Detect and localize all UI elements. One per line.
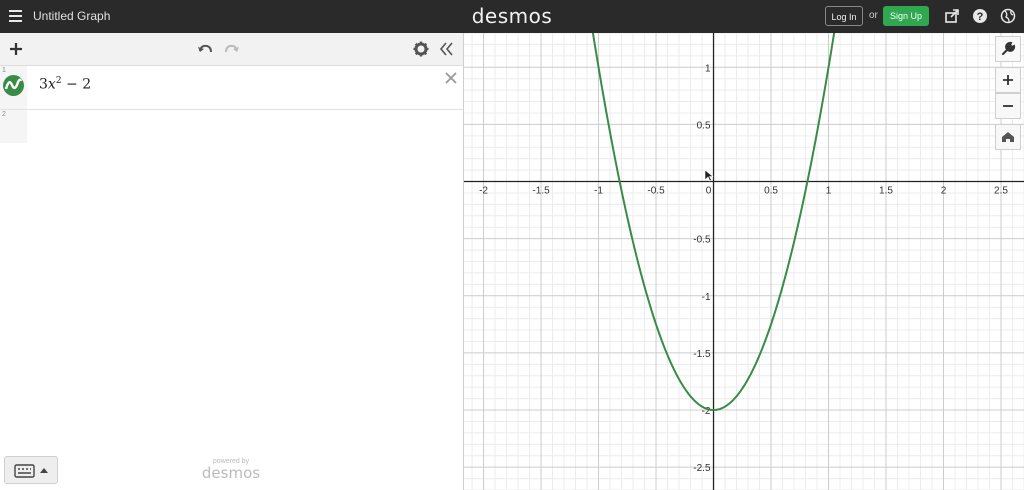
x-tick-label: -1	[594, 186, 603, 197]
latex-variable: x	[47, 76, 56, 93]
login-button[interactable]: Log In	[825, 6, 863, 26]
expression-row[interactable]: 1 3x2 − 2	[0, 66, 463, 110]
empty-expression-row[interactable]: 2	[0, 110, 463, 143]
x-tick-label: 0	[706, 186, 712, 197]
signup-button[interactable]: Sign Up	[883, 6, 929, 26]
y-tick-label: -2.5	[693, 463, 711, 474]
hamburger-icon[interactable]	[9, 10, 22, 22]
redo-icon[interactable]	[224, 41, 240, 57]
mouse-cursor-icon	[704, 169, 714, 182]
x-tick-label: 1	[826, 186, 832, 197]
x-tick-label: -2	[479, 186, 488, 197]
latex-constant: − 2	[61, 76, 92, 93]
expression-gutter: 2	[0, 110, 27, 143]
svg-text:?: ?	[977, 11, 984, 23]
top-bar: Untitled Graph desmos Log In or Sign Up …	[0, 0, 1024, 33]
undo-icon[interactable]	[197, 41, 213, 57]
powered-by-desmos[interactable]: powered by desmos	[200, 458, 262, 482]
zoom-in-button[interactable]	[995, 67, 1021, 93]
keyboard-toggle-button[interactable]	[4, 456, 58, 484]
minor-grid	[464, 33, 1024, 490]
expression-index: 1	[2, 67, 6, 74]
plus-icon	[1003, 75, 1013, 85]
expression-toolbar	[0, 33, 463, 66]
or-text: or	[869, 10, 878, 21]
x-tick-label: -1.5	[532, 186, 550, 197]
delete-expression-icon[interactable]	[444, 71, 458, 85]
graph-canvas[interactable]: -2 -1.5 -1 -0.5 0 0.5 1 1.5 2 2.5 1 0.5 -0.5 -1 -1.5 -2…	[464, 33, 1024, 490]
minus-icon	[1003, 105, 1013, 107]
x-tick-label: 1.5	[879, 186, 893, 197]
curve-color-icon[interactable]	[3, 75, 24, 96]
expression-index: 2	[2, 111, 6, 118]
x-tick-label: 2.5	[994, 186, 1008, 197]
graph-settings-button[interactable]	[995, 36, 1021, 62]
y-tick-label: 1	[705, 63, 711, 74]
default-viewport-button[interactable]	[995, 124, 1021, 150]
latex-coefficient: 3	[39, 76, 48, 93]
expression-latex[interactable]: 3x2 − 2	[39, 76, 91, 93]
x-tick-label: 0.5	[764, 186, 778, 197]
globe-icon[interactable]	[1000, 8, 1016, 24]
plus-icon[interactable]	[8, 41, 24, 57]
x-tick-label: 2	[941, 186, 947, 197]
help-icon[interactable]: ?	[972, 8, 988, 24]
home-icon	[1002, 132, 1014, 142]
expression-gutter: 1	[0, 66, 27, 109]
graph-title[interactable]: Untitled Graph	[33, 9, 110, 23]
wrench-icon	[1002, 41, 1016, 55]
graph-paper[interactable]: -2 -1.5 -1 -0.5 0 0.5 1 1.5 2 2.5 1 0.5 -0.5 -1 -1.5 -2…	[464, 33, 1024, 490]
x-tick-label: -0.5	[647, 186, 665, 197]
zoom-out-button[interactable]	[995, 93, 1021, 119]
keyboard-icon	[14, 464, 48, 478]
y-tick-label: -1	[702, 292, 711, 303]
share-icon[interactable]	[944, 8, 960, 24]
y-tick-label: -0.5	[693, 235, 711, 246]
gear-icon[interactable]	[413, 41, 429, 57]
double-chevron-left-icon[interactable]	[438, 41, 454, 57]
expression-panel: 1 3x2 − 2 2 powered by desmos	[0, 33, 464, 490]
tick-labels: -2 -1.5 -1 -0.5 0 0.5 1 1.5 2 2.5 1 0.5 -0.5 -1 -1.5 -2…	[479, 63, 1008, 474]
powered-by-logo: desmos	[201, 464, 261, 482]
y-tick-label: 0.5	[697, 120, 711, 131]
y-tick-label: -1.5	[693, 349, 711, 360]
